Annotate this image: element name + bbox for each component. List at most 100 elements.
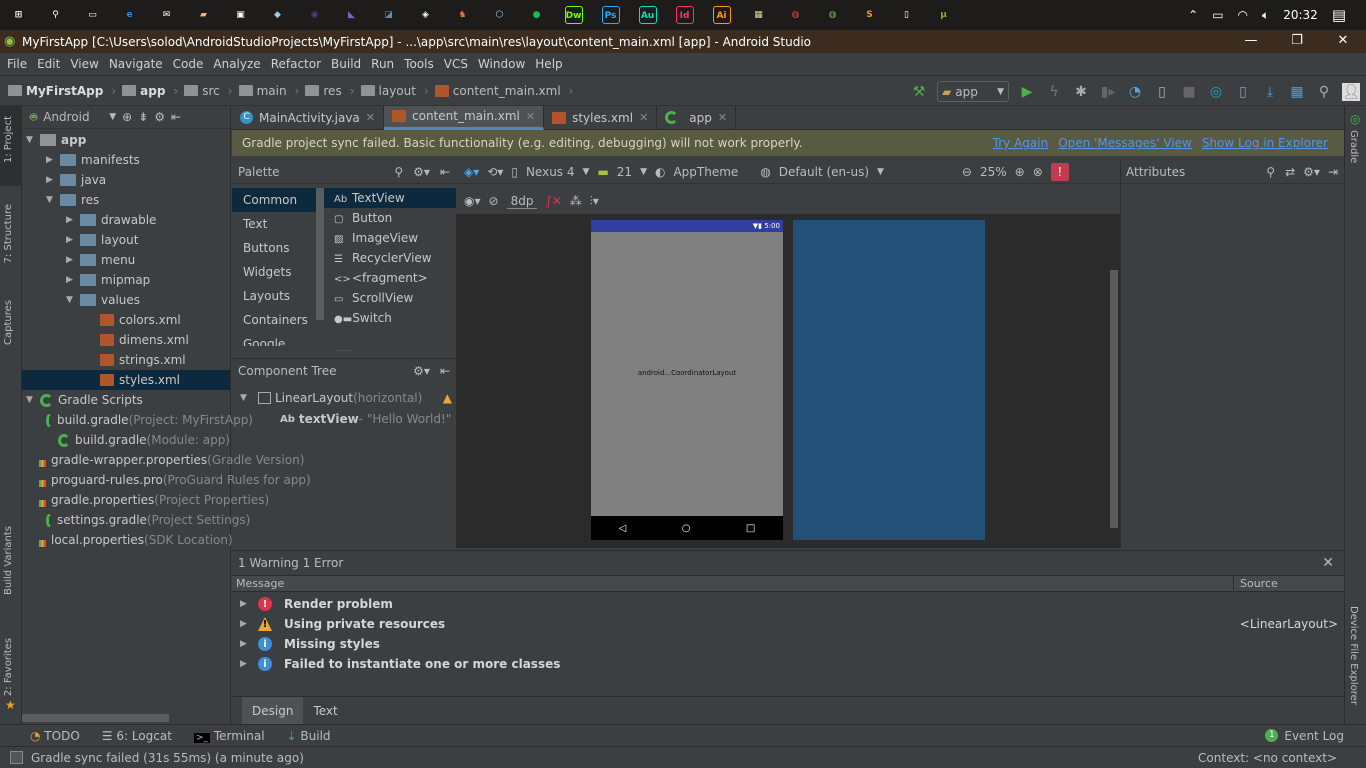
close-tab-icon[interactable]: ✕: [639, 111, 648, 124]
taskbar-app[interactable]: Id: [666, 0, 703, 30]
search-icon[interactable]: ⚲: [394, 165, 403, 179]
message-row[interactable]: ▶! Using private resources <LinearLayout>: [232, 614, 1344, 634]
message-row[interactable]: ▶! Render problem: [232, 594, 1344, 614]
apply-changes-icon[interactable]: ϟ: [1045, 83, 1063, 101]
palette-category[interactable]: Common: [232, 188, 316, 212]
hide-panel-icon[interactable]: ⇤: [440, 165, 450, 179]
try-again-link[interactable]: Try Again: [993, 136, 1049, 150]
sync-gradle-icon[interactable]: ◎: [1207, 83, 1225, 101]
menu-run[interactable]: Run: [366, 57, 399, 71]
taskbar-app[interactable]: S: [851, 0, 888, 30]
tool-device-file-explorer[interactable]: Device File Explorer: [1348, 606, 1359, 705]
menu-file[interactable]: File: [2, 57, 32, 71]
settings-gear-icon[interactable]: ⚙▾: [413, 364, 430, 378]
menu-analyze[interactable]: Analyze: [208, 57, 265, 71]
palette-category[interactable]: Layouts: [232, 284, 316, 308]
project-structure-icon[interactable]: ▦: [1288, 83, 1306, 101]
close-button[interactable]: ✕: [1320, 30, 1366, 53]
menu-build[interactable]: Build: [326, 57, 366, 71]
tool-structure[interactable]: 7: Structure: [3, 204, 14, 263]
tool-build-variants[interactable]: Build Variants: [3, 526, 14, 595]
taskbar-app[interactable]: ●: [518, 0, 555, 30]
volume-icon[interactable]: 🔈︎: [1262, 8, 1269, 23]
expand-arrow-icon[interactable]: ▼: [26, 135, 40, 145]
collapse-all-icon[interactable]: ⇟: [138, 110, 148, 124]
tree-item[interactable]: ▶ layout: [22, 230, 230, 250]
taskbar-app[interactable]: Dw: [555, 0, 592, 30]
scroll-from-source-icon[interactable]: ⊕: [122, 110, 132, 124]
hide-panel-icon[interactable]: ⇥: [1328, 165, 1338, 179]
taskbar-app[interactable]: ⚲: [37, 0, 74, 30]
sdk-manager-icon[interactable]: ⤓: [1261, 83, 1279, 101]
tree-item[interactable]: ▶ drawable: [22, 210, 230, 230]
orientation-icon[interactable]: ⟲▾: [487, 165, 503, 179]
palette-item[interactable]: ▭ ScrollView: [324, 288, 456, 308]
tool-todo[interactable]: ◔ TODO: [30, 729, 80, 743]
breadcrumb-item[interactable]: app: [122, 84, 165, 98]
tree-item[interactable]: ▼ Gradle Scripts: [22, 390, 230, 410]
tree-item[interactable]: ▶ java: [22, 170, 230, 190]
tool-gradle[interactable]: Gradle: [1348, 130, 1359, 163]
tree-item[interactable]: ▶ manifests: [22, 150, 230, 170]
palette-category[interactable]: Google: [232, 332, 316, 346]
taskbar-app[interactable]: µ: [925, 0, 962, 30]
device-select[interactable]: Nexus 4: [526, 165, 575, 179]
taskbar-app[interactable]: ⬡: [481, 0, 518, 30]
canvas-scrollbar[interactable]: [1110, 270, 1118, 528]
palette-scrollbar[interactable]: [316, 188, 324, 320]
palette-item[interactable]: ▨ ImageView: [324, 228, 456, 248]
column-source[interactable]: Source: [1234, 577, 1344, 590]
view-options-eye-icon[interactable]: ◉▾: [464, 194, 481, 208]
swap-view-icon[interactable]: ⇄: [1285, 165, 1295, 179]
taskbar-app[interactable]: ◣: [333, 0, 370, 30]
tab-styles-xml[interactable]: styles.xml ✕: [544, 105, 658, 130]
event-log-button[interactable]: 1 Event Log: [1265, 729, 1344, 743]
chevron-up-icon[interactable]: ⌃: [1188, 8, 1198, 22]
breadcrumb-item[interactable]: MyFirstApp: [8, 84, 103, 98]
taskbar-app[interactable]: ▭: [74, 0, 111, 30]
tree-item[interactable]: local.properties (SDK Location): [22, 530, 233, 550]
tool-project[interactable]: 1: Project: [3, 116, 14, 163]
breadcrumb-item[interactable]: layout: [360, 84, 416, 98]
run-config-select[interactable]: ▰ app ▼: [937, 81, 1009, 102]
design-canvas[interactable]: [456, 214, 1120, 548]
tree-item[interactable]: gradle.properties (Project Properties): [22, 490, 269, 510]
palette-item[interactable]: <><fragment>: [324, 268, 456, 288]
splitter-handle[interactable]: ⋯⋯: [336, 346, 352, 355]
tree-item[interactable]: ▼ res: [22, 190, 230, 210]
hide-panel-icon[interactable]: ⇤: [440, 364, 450, 378]
infer-constraints-wand-icon[interactable]: ⁂: [570, 194, 582, 208]
tool-terminal[interactable]: >_ Terminal: [193, 729, 265, 743]
taskbar-app[interactable]: ◈: [407, 0, 444, 30]
notifications-icon[interactable]: ▤: [1332, 6, 1346, 24]
search-icon[interactable]: ⚲: [1266, 165, 1275, 179]
tree-item[interactable]: dimens.xml: [22, 330, 230, 350]
tree-item[interactable]: ▼ values: [22, 290, 230, 310]
taskbar-app[interactable]: ◍: [814, 0, 851, 30]
default-margin-select[interactable]: 8dp: [506, 194, 538, 209]
breadcrumb-item[interactable]: main: [238, 84, 287, 98]
avd-manager-icon[interactable]: ▯: [1234, 83, 1252, 101]
taskbar-app[interactable]: ◍: [777, 0, 814, 30]
menu-window[interactable]: Window: [473, 57, 530, 71]
autoconnect-magnet-icon[interactable]: ⊘: [489, 194, 499, 208]
clock[interactable]: 20:32: [1283, 8, 1318, 22]
design-surface-layers-icon[interactable]: ◈▾: [464, 165, 479, 179]
tree-node-textview[interactable]: Ab textView - "Hello World!": [232, 409, 456, 429]
taskbar-app[interactable]: ⊞: [0, 0, 37, 30]
debug-icon[interactable]: ✱: [1072, 83, 1090, 101]
tree-item[interactable]: settings.gradle (Project Settings): [22, 510, 250, 530]
taskbar-app[interactable]: ▣: [222, 0, 259, 30]
tree-item[interactable]: colors.xml: [22, 310, 230, 330]
wifi-icon[interactable]: ◠: [1238, 8, 1248, 22]
tree-node-linearlayout[interactable]: ▼ LinearLayout (horizontal) ▲: [232, 387, 456, 409]
close-icon[interactable]: ✕: [1322, 555, 1334, 571]
taskbar-app[interactable]: ▰: [185, 0, 222, 30]
palette-category[interactable]: Containers: [232, 308, 316, 332]
tree-item[interactable]: build.gradle (Module: app): [22, 430, 230, 450]
message-row[interactable]: ▶ i Failed to instantiate one or more clas…: [232, 654, 1344, 674]
tool-build[interactable]: ⇣ Build: [287, 729, 331, 743]
menu-navigate[interactable]: Navigate: [104, 57, 168, 71]
zoom-fit-icon[interactable]: ⊗: [1033, 165, 1043, 179]
palette-item[interactable]: Ab TextView: [324, 188, 456, 208]
